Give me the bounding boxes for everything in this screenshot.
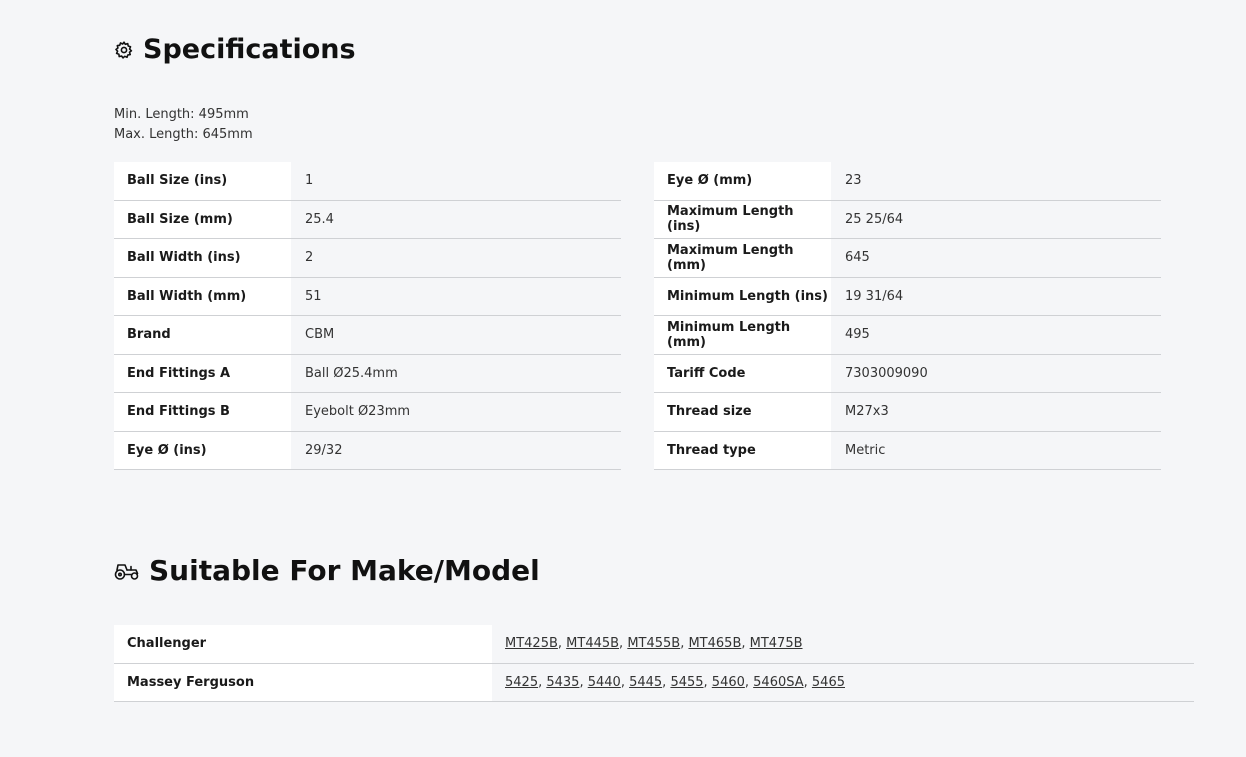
- model-link[interactable]: 5460: [712, 675, 745, 690]
- model-link[interactable]: MT455B: [627, 636, 680, 651]
- spec-value: 25.4: [291, 200, 621, 238]
- min-length-text: Min. Length: 495mm: [114, 107, 249, 122]
- spec-value: 19 31/64: [831, 277, 1161, 315]
- make-model-table: Challenger MT425B, MT445B, MT455B, MT465…: [114, 625, 1194, 702]
- spec-value: 23: [831, 162, 1161, 200]
- model-links: MT425B, MT445B, MT455B, MT465B, MT475B: [505, 636, 803, 652]
- spec-value: 1: [291, 162, 621, 200]
- spec-label: End Fittings A: [114, 354, 291, 392]
- model-link[interactable]: 5455: [670, 675, 703, 690]
- spec-value: CBM: [291, 316, 621, 354]
- spec-label: Thread type: [654, 431, 831, 469]
- spec-value: Eyebolt Ø23mm: [291, 393, 621, 431]
- length-summary: Min. Length: 495mm Max. Length: 645mm: [114, 105, 253, 145]
- spec-value: 25 25/64: [831, 200, 1161, 238]
- make-row: Challenger MT425B, MT445B, MT455B, MT465…: [114, 625, 1194, 664]
- model-link[interactable]: MT445B: [566, 636, 619, 651]
- spec-row: Maximum Length (mm) 645: [654, 239, 1161, 278]
- spec-row: Thread type Metric: [654, 431, 1161, 470]
- tractor-icon: [114, 561, 140, 581]
- spec-row: Brand CBM: [114, 316, 621, 355]
- spec-row: Thread size M27x3: [654, 393, 1161, 432]
- spec-row: Eye Ø (mm) 23: [654, 162, 1161, 201]
- model-link[interactable]: 5435: [546, 675, 579, 690]
- spec-value: 645: [831, 239, 1161, 277]
- spec-row: Maximum Length (ins) 25 25/64: [654, 200, 1161, 239]
- spec-label: Maximum Length (mm): [654, 239, 831, 277]
- spec-value: 495: [831, 316, 1161, 354]
- spec-value: 51: [291, 277, 621, 315]
- make-label: Massey Ferguson: [114, 663, 492, 701]
- model-link[interactable]: MT475B: [750, 636, 803, 651]
- spec-row: Ball Size (mm) 25.4: [114, 200, 621, 239]
- spec-row: Minimum Length (mm) 495: [654, 316, 1161, 355]
- spec-row: Eye Ø (ins) 29/32: [114, 431, 621, 470]
- spec-label: Eye Ø (mm): [654, 162, 831, 200]
- spec-label: Minimum Length (mm): [654, 316, 831, 354]
- spec-row: Minimum Length (ins) 19 31/64: [654, 277, 1161, 316]
- model-link[interactable]: 5425: [505, 675, 538, 690]
- model-links: 5425, 5435, 5440, 5445, 5455, 5460, 5460…: [505, 674, 845, 690]
- spec-value: 29/32: [291, 431, 621, 469]
- spec-row: Ball Size (ins) 1: [114, 162, 621, 201]
- spec-value: 2: [291, 239, 621, 277]
- spec-table-left: Ball Size (ins) 1 Ball Size (mm) 25.4 Ball…: [114, 162, 621, 470]
- model-link[interactable]: 5445: [629, 675, 662, 690]
- spec-value: Ball Ø25.4mm: [291, 354, 621, 392]
- page-title: Specifications: [143, 34, 356, 65]
- model-link[interactable]: 5440: [588, 675, 621, 690]
- spec-row: Ball Width (ins) 2: [114, 239, 621, 278]
- spec-row: Ball Width (mm) 51: [114, 277, 621, 316]
- spec-table-right: Eye Ø (mm) 23 Maximum Length (ins) 25 25/6…: [654, 162, 1161, 470]
- spec-label: Tariff Code: [654, 354, 831, 392]
- spec-label: Eye Ø (ins): [114, 431, 291, 469]
- spec-row: End Fittings B Eyebolt Ø23mm: [114, 393, 621, 432]
- spec-label: Thread size: [654, 393, 831, 431]
- gear-icon: [114, 40, 134, 60]
- spec-value: 7303009090: [831, 354, 1161, 392]
- suitable-heading: Suitable For Make/Model: [114, 554, 540, 587]
- model-link[interactable]: MT465B: [688, 636, 741, 651]
- spec-label: Ball Size (ins): [114, 162, 291, 200]
- specifications-heading: Specifications: [114, 34, 356, 65]
- model-link[interactable]: 5460SA: [753, 675, 803, 690]
- model-link[interactable]: MT425B: [505, 636, 558, 651]
- make-label: Challenger: [114, 625, 492, 663]
- spec-label: Minimum Length (ins): [654, 277, 831, 315]
- spec-row: End Fittings A Ball Ø25.4mm: [114, 354, 621, 393]
- spec-label: Ball Size (mm): [114, 200, 291, 238]
- spec-label: Ball Width (ins): [114, 239, 291, 277]
- spec-value: M27x3: [831, 393, 1161, 431]
- suitable-title: Suitable For Make/Model: [149, 554, 540, 587]
- model-link[interactable]: 5465: [812, 675, 845, 690]
- spec-label: Brand: [114, 316, 291, 354]
- spec-value: Metric: [831, 431, 1161, 469]
- spec-row: Tariff Code 7303009090: [654, 354, 1161, 393]
- spec-label: Maximum Length (ins): [654, 200, 831, 238]
- make-row: Massey Ferguson 5425, 5435, 5440, 5445, …: [114, 663, 1194, 702]
- max-length-text: Max. Length: 645mm: [114, 127, 253, 142]
- spec-label: Ball Width (mm): [114, 277, 291, 315]
- spec-label: End Fittings B: [114, 393, 291, 431]
